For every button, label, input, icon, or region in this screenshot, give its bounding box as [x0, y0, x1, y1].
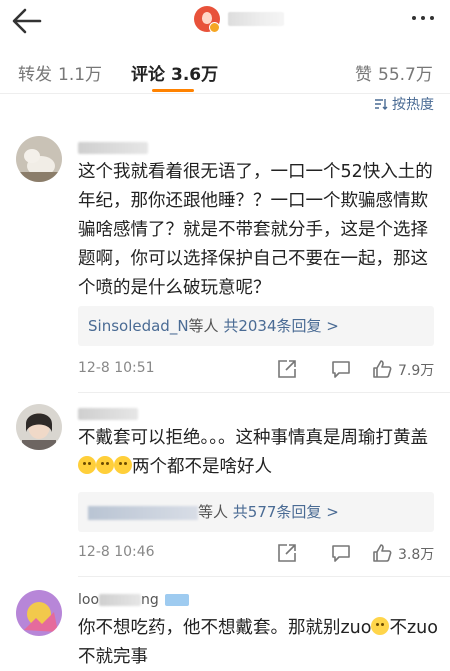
- comment-time: 12-8 10:51: [78, 360, 155, 376]
- commenter-name[interactable]: [78, 406, 138, 422]
- share-icon[interactable]: [276, 542, 298, 564]
- tab-likes[interactable]: 赞 55.7万: [355, 60, 433, 85]
- commenter-name-prefix: loo: [78, 592, 100, 608]
- like-count: 7.9万: [398, 363, 435, 379]
- commenter-avatar[interactable]: [16, 590, 62, 636]
- commenter-name-suffix: ng: [141, 592, 159, 608]
- like-count: 3.8万: [398, 547, 435, 563]
- comment-text-part: 两个都不是啥好人: [132, 457, 272, 477]
- comment-text-part: 你不想吃药，他不想戴套。那就别zuo: [78, 618, 372, 638]
- tab-repost-count: 1.1万: [58, 65, 103, 85]
- comment-text: 不戴套可以拒绝。。。这种事情真是周瑜打黄盖两个都不是啥好人: [78, 424, 438, 482]
- tab-repost[interactable]: 转发 1.1万: [18, 60, 102, 85]
- author-name-blurred: [228, 12, 284, 26]
- comment-text-part: 不戴套可以拒绝。。。这种事情真是周瑜打黄盖: [78, 428, 428, 448]
- comment-icon[interactable]: [330, 358, 352, 380]
- share-icon[interactable]: [276, 358, 298, 380]
- tab-comments-count: 3.6万: [171, 65, 219, 85]
- comment-time: 12-8 10:46: [78, 544, 155, 560]
- sort-button[interactable]: 按热度: [374, 94, 434, 114]
- sort-icon: [375, 99, 388, 110]
- tab-comments-label: 评论: [131, 65, 165, 85]
- post-author[interactable]: [194, 4, 284, 34]
- reply-user[interactable]: Sinsoledad_N: [88, 317, 189, 335]
- tab-comments[interactable]: 评论 3.6万: [131, 60, 218, 85]
- sort-label: 按热度: [392, 97, 434, 113]
- reply-summary[interactable]: Sinsoledad_N等人 共2034条回复 >: [78, 306, 434, 346]
- reply-others: 等人: [198, 503, 229, 521]
- post-tabs: 转发 1.1万 评论 3.6万 赞 55.7万: [0, 50, 450, 94]
- comment-meta: 12-8 10:46 3.8万: [78, 542, 438, 564]
- member-badge-icon: [165, 594, 190, 606]
- back-arrow-icon[interactable]: [10, 4, 44, 38]
- comment-meta: 12-8 10:51 7.9万: [78, 358, 438, 380]
- active-tab-indicator: [152, 89, 194, 92]
- commenter-name[interactable]: loo ng: [78, 592, 190, 608]
- reply-summary[interactable]: 等人 共577条回复 >: [78, 492, 434, 532]
- reply-user-blurred[interactable]: [88, 505, 198, 520]
- comment-icon[interactable]: [330, 542, 352, 564]
- divider: [78, 392, 450, 393]
- reply-count[interactable]: 共2034条回复 >: [223, 317, 339, 335]
- commenter-avatar[interactable]: [16, 136, 62, 182]
- author-avatar[interactable]: [194, 6, 220, 33]
- emoji-icon: [371, 617, 390, 635]
- commenter-name[interactable]: [78, 140, 148, 156]
- comment-text: 这个我就看着很无语了，一口一个52快入土的年纪，那你还跟他睡？？一口一个欺骗感情…: [78, 162, 433, 298]
- emoji-icon: [78, 456, 96, 474]
- tab-repost-label: 转发: [18, 65, 52, 85]
- emoji-icon: [96, 456, 114, 474]
- verified-badge-icon: [209, 22, 220, 33]
- reply-count[interactable]: 共577条回复 >: [233, 503, 339, 521]
- comment-text: 你不想吃药，他不想戴套。那就别zuo 不zuo不就完事: [78, 614, 438, 671]
- like-icon[interactable]: [371, 358, 393, 380]
- like-icon[interactable]: [371, 542, 393, 564]
- tab-likes-label: 赞: [355, 65, 372, 85]
- top-bar: [0, 0, 450, 44]
- reply-others: 等人: [188, 317, 219, 335]
- emoji-icon: [114, 456, 132, 474]
- more-dots-icon[interactable]: [412, 16, 434, 20]
- commenter-avatar[interactable]: [16, 404, 62, 450]
- tab-likes-count: 55.7万: [378, 65, 433, 85]
- divider: [78, 576, 450, 577]
